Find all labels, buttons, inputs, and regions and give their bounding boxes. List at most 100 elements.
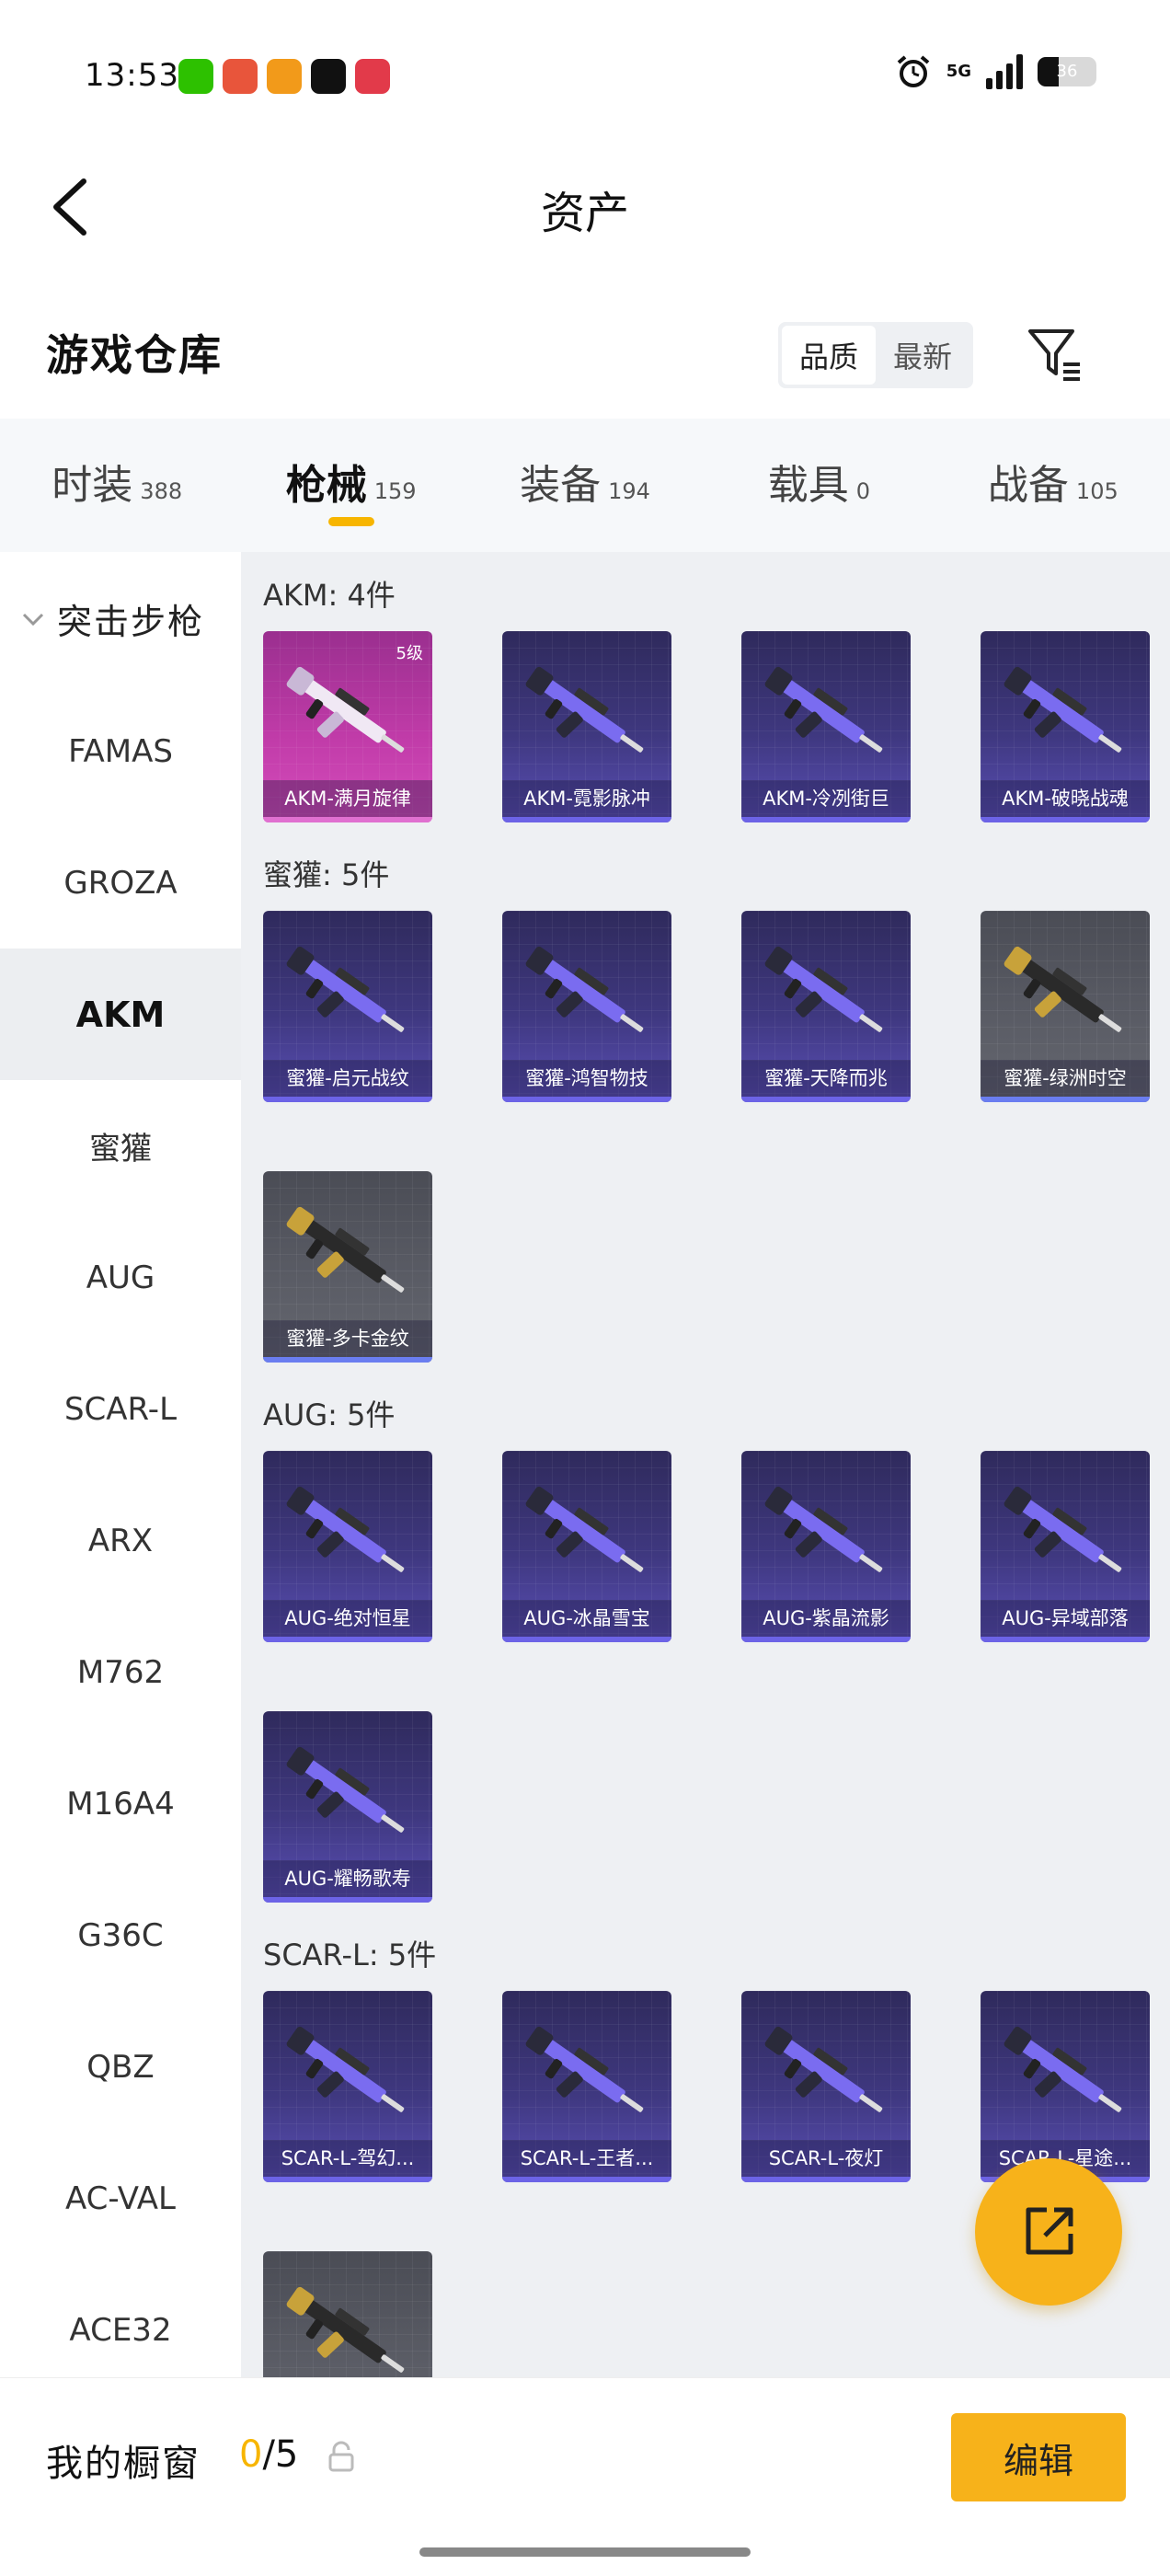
weapon-card[interactable]: 蜜獾-多卡金纹: [263, 1171, 432, 1363]
weapon-card[interactable]: AKM-霓影脉冲: [502, 631, 671, 822]
rarity-line: [741, 1097, 911, 1102]
sidebar-item[interactable]: SCAR-L: [0, 1343, 241, 1475]
sidebar-item[interactable]: QBZ: [0, 2001, 241, 2133]
weapon-name: SCAR-L-王者...: [502, 2140, 671, 2177]
weapon-card[interactable]: AUG-耀畅歌寿: [263, 1711, 432, 1903]
weapon-card[interactable]: AKM-破晓战魂: [981, 631, 1150, 822]
weapon-image: [280, 1735, 418, 1855]
lock-icon: [328, 2441, 354, 2472]
rarity-line: [263, 1357, 432, 1363]
tab-3[interactable]: 载具 0: [702, 419, 935, 552]
sidebar-item[interactable]: AKM: [0, 949, 241, 1080]
rarity-line: [741, 1637, 911, 1642]
weapon-card[interactable]: 蜜獾-启元战纹: [263, 911, 432, 1102]
tab-label: 载具: [767, 461, 849, 509]
tab-count: 0: [855, 477, 871, 504]
taobao-app-icon: [223, 59, 258, 94]
edit-button[interactable]: 编辑: [951, 2413, 1126, 2501]
sidebar-item[interactable]: FAMAS: [0, 685, 241, 817]
section-title: AKM: 4件: [263, 578, 396, 613]
sidebar-item[interactable]: ARX: [0, 1475, 241, 1606]
weapon-card[interactable]: 5级 AKM-满月旋律: [263, 631, 432, 822]
section-title: 蜜獾: 5件: [263, 857, 390, 892]
wechat-app-icon: [178, 59, 213, 94]
page-title: 资产: [540, 188, 629, 239]
weapon-card[interactable]: 蜜獾-鸿智物技: [502, 911, 671, 1102]
rarity-line: [263, 1637, 432, 1642]
weapon-image: [997, 655, 1135, 775]
weapon-card[interactable]: AUG-异域部落: [981, 1451, 1150, 1642]
sidebar-item[interactable]: AC-VAL: [0, 2133, 241, 2264]
tab-content: 时装 388: [52, 452, 182, 511]
weapon-name: 蜜獾-天降而兆: [741, 1060, 911, 1097]
showcase-label: 我的橱窗: [46, 2443, 201, 2485]
signal-strength-icon: [986, 54, 1023, 89]
sidebar-group-assault-rifle[interactable]: 突击步枪: [0, 552, 241, 685]
tab-label: 时装: [52, 461, 133, 509]
tab-count: 194: [608, 477, 650, 504]
sort-quality-option[interactable]: 品质: [782, 326, 876, 385]
tab-label: 战备: [987, 461, 1069, 509]
tab-content: 枪械 159: [286, 452, 417, 511]
weapon-name: SCAR-L-夜灯: [741, 2140, 911, 2177]
tab-content: 载具 0: [768, 452, 870, 511]
tab-count: 388: [140, 477, 183, 504]
video-app-icon: [267, 59, 302, 94]
share-button[interactable]: [975, 2158, 1122, 2306]
sort-latest-option[interactable]: 最新: [876, 326, 969, 385]
rarity-line: [502, 817, 671, 822]
weapon-card[interactable]: [263, 2251, 432, 2377]
tab-2[interactable]: 装备 194: [468, 419, 702, 552]
tab-count: 105: [1075, 477, 1118, 504]
sidebar-item[interactable]: AUG: [0, 1212, 241, 1343]
tab-0[interactable]: 时装 388: [0, 419, 234, 552]
sidebar-item[interactable]: G36C: [0, 1869, 241, 2001]
weapon-name: AUG-耀畅歌寿: [263, 1860, 432, 1897]
network-type: 5G: [946, 62, 971, 81]
warehouse-title: 游戏仓库: [46, 330, 223, 380]
weapon-image: [280, 1475, 418, 1594]
shop-app-icon: [355, 59, 390, 94]
status-time: 13:53: [85, 57, 179, 94]
weapon-card[interactable]: SCAR-L-星途...: [981, 1991, 1150, 2182]
warehouse-row: 游戏仓库 品质 最新: [0, 294, 1170, 414]
rarity-line: [263, 1097, 432, 1102]
weapon-image: [519, 935, 657, 1054]
sidebar-item[interactable]: ACE32: [0, 2264, 241, 2377]
sidebar-item[interactable]: 蜜獾: [0, 1080, 241, 1212]
weapon-card[interactable]: AUG-绝对恒星: [263, 1451, 432, 1642]
weapon-card[interactable]: AUG-冰晶雪宝: [502, 1451, 671, 1642]
weapon-card[interactable]: SCAR-L-夜灯: [741, 1991, 911, 2182]
weapon-card[interactable]: AKM-冷冽街巨: [741, 631, 911, 822]
page-header: 资产: [0, 147, 1170, 267]
weapon-image: [997, 2015, 1135, 2134]
weapon-name: 蜜獾-鸿智物技: [502, 1060, 671, 1097]
weapon-image: [758, 1475, 896, 1594]
tab-content: 装备 194: [520, 452, 650, 511]
weapon-name: 蜜獾-启元战纹: [263, 1060, 432, 1097]
tab-1[interactable]: 枪械 159: [234, 419, 467, 552]
tab-4[interactable]: 战备 105: [936, 419, 1170, 552]
battery-icon: 36: [1038, 57, 1096, 86]
weapon-image: [758, 2015, 896, 2134]
weapon-card[interactable]: 蜜獾-天降而兆: [741, 911, 911, 1102]
weapon-card[interactable]: 蜜獾-绿洲时空: [981, 911, 1150, 1102]
weapon-name: AKM-满月旋律: [263, 780, 432, 817]
sidebar-item[interactable]: GROZA: [0, 817, 241, 949]
filter-button[interactable]: [1023, 322, 1087, 386]
showcase-current: 0: [239, 2433, 263, 2476]
category-tabs: 时装 388 枪械 159 装备 194 载具 0 战备 105: [0, 419, 1170, 552]
sidebar-item[interactable]: M16A4: [0, 1738, 241, 1869]
sidebar-item[interactable]: M762: [0, 1606, 241, 1738]
weapon-level-badge: 5级: [396, 644, 423, 663]
alarm-icon: [897, 55, 929, 87]
rarity-line: [502, 1097, 671, 1102]
weapon-name: AUG-异域部落: [981, 1600, 1150, 1637]
sort-toggle: 品质 最新: [778, 322, 973, 388]
weapon-image: [997, 1475, 1135, 1594]
sidebar: 突击步枪 FAMAS GROZA AKM 蜜獾 AUG SCAR-L ARX M762 M16A…: [0, 552, 241, 2377]
weapon-card[interactable]: SCAR-L-驾幻...: [263, 1991, 432, 2182]
filter-icon: [1028, 329, 1080, 381]
weapon-card[interactable]: SCAR-L-王者...: [502, 1991, 671, 2182]
weapon-card[interactable]: AUG-紫晶流影: [741, 1451, 911, 1642]
